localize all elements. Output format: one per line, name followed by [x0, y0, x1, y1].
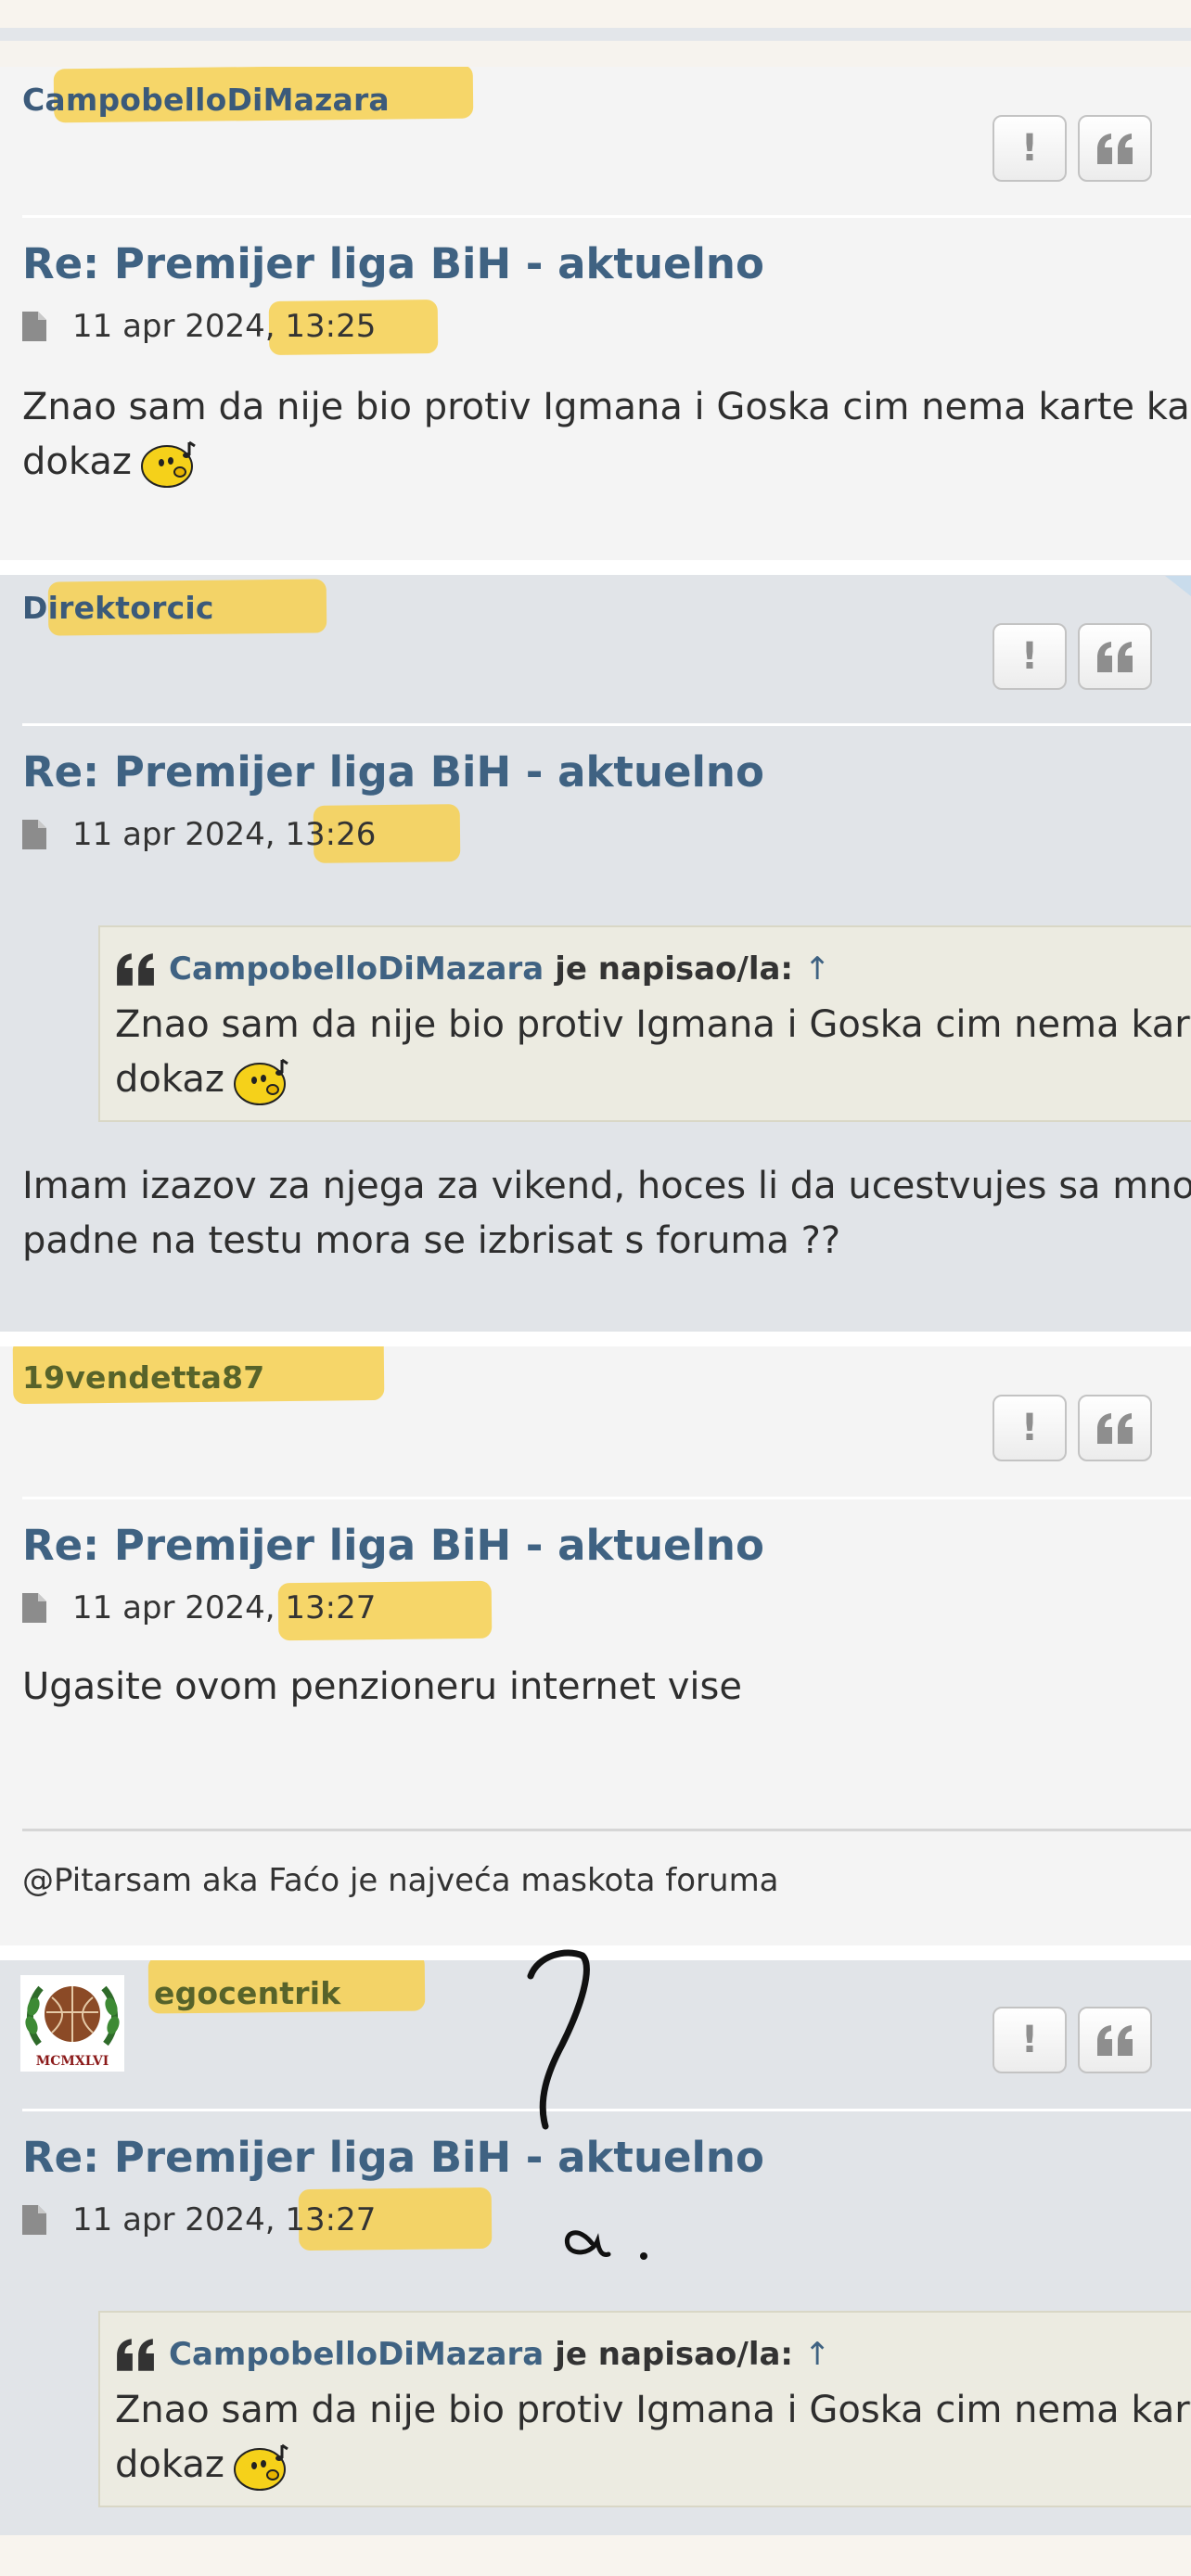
- post-datetime: 11 apr 2024, 13:25: [72, 308, 377, 345]
- whistling-smiley-icon: [232, 2442, 293, 2492]
- quote-text: Znao sam da nije bio protiv Igmana i Gos…: [115, 2383, 1191, 2493]
- quote-icon: [115, 2338, 156, 2371]
- quote-wrote-label: je napisao/la:: [555, 2336, 794, 2373]
- file-icon: [22, 2205, 46, 2235]
- post-datetime: 11 apr 2024, 13:27: [72, 2201, 377, 2238]
- post-title[interactable]: Re: Premijer liga BiH - aktuelno: [22, 239, 764, 288]
- post-title[interactable]: Re: Premijer liga BiH - aktuelno: [22, 1521, 764, 1570]
- jump-to-quoted-post-link[interactable]: ↑: [804, 950, 831, 988]
- file-icon: [22, 820, 46, 849]
- avatar[interactable]: MCMXLVI: [20, 1975, 124, 2072]
- report-button[interactable]: !: [992, 2007, 1067, 2073]
- quote-icon: [1095, 2024, 1134, 2056]
- handwritten-annotation: [527, 1949, 647, 2260]
- quote-block: CampobelloDiMazara je napisao/la: ↑ Znao…: [98, 925, 1191, 1122]
- quote-wrote-label: je napisao/la:: [555, 950, 794, 988]
- post-datetime: 11 apr 2024, 13:27: [72, 1589, 377, 1626]
- post: CampobelloDiMazara ! Re: Premijer liga B…: [0, 67, 1191, 560]
- quote-button[interactable]: [1078, 1395, 1152, 1461]
- quote-icon: [1095, 641, 1134, 672]
- quote-author-link[interactable]: CampobelloDiMazara: [169, 2336, 544, 2373]
- quote-button[interactable]: [1078, 623, 1152, 690]
- post-author[interactable]: egocentrik: [154, 1975, 340, 2011]
- corner-decoration: [1165, 576, 1191, 596]
- quote-author-link[interactable]: CampobelloDiMazara: [169, 950, 544, 988]
- post-content: Ugasite ovom penzioneru internet vise: [22, 1665, 742, 1708]
- quote-button[interactable]: [1078, 2007, 1152, 2073]
- report-button[interactable]: !: [992, 623, 1067, 690]
- post-signature: @Pitarsam aka Faćo je najveća maskota fo…: [22, 1862, 779, 1899]
- report-button[interactable]: !: [992, 115, 1067, 182]
- post-content: Imam izazov za njega za vikend, hoces li…: [22, 1165, 1191, 1262]
- whistling-smiley-icon: [232, 1056, 293, 1106]
- post: 19vendetta87 ! Re: Premijer liga BiH - a…: [0, 1346, 1191, 1945]
- quote-icon: [115, 952, 156, 986]
- quote-block: CampobelloDiMazara je napisao/la: ↑ Znao…: [98, 2311, 1191, 2507]
- whistling-smiley-icon: [139, 439, 200, 489]
- post-datetime: 11 apr 2024, 13:26: [72, 816, 377, 853]
- report-button[interactable]: !: [992, 1395, 1067, 1461]
- post-author[interactable]: CampobelloDiMazara: [22, 82, 390, 118]
- post-content: Znao sam da nije bio protiv Igmana i Gos…: [22, 380, 1191, 490]
- post-title[interactable]: Re: Premijer liga BiH - aktuelno: [22, 747, 764, 797]
- top-strip: [0, 0, 1191, 41]
- quote-button[interactable]: [1078, 115, 1152, 182]
- post: Direktorcic ! Re: Premijer liga BiH - ak…: [0, 575, 1191, 1332]
- quote-text: Znao sam da nije bio protiv Igmana i Gos…: [115, 998, 1191, 1107]
- post-author[interactable]: 19vendetta87: [22, 1359, 264, 1396]
- quote-icon: [1095, 1412, 1134, 1444]
- file-icon: [22, 1593, 46, 1623]
- quote-icon: [1095, 133, 1134, 164]
- football-wreath-avatar-icon: MCMXLVI: [25, 1985, 120, 2069]
- file-icon: [22, 312, 46, 341]
- svg-text:MCMXLVI: MCMXLVI: [36, 2054, 109, 2069]
- post-author[interactable]: Direktorcic: [22, 590, 214, 626]
- bottom-strip: [0, 2535, 1191, 2576]
- jump-to-quoted-post-link[interactable]: ↑: [804, 2336, 831, 2373]
